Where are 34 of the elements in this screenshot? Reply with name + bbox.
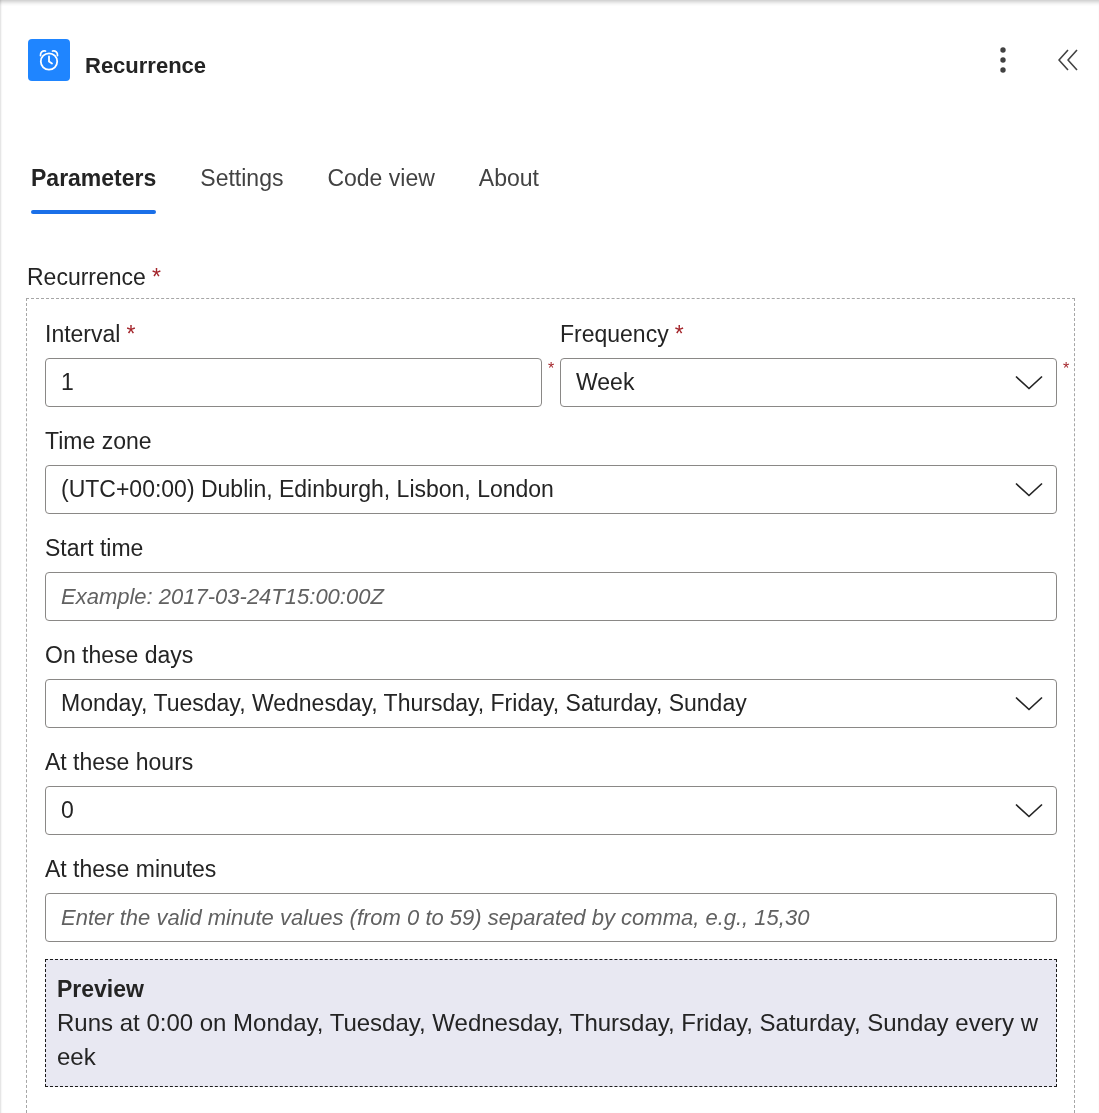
- text-input[interactable]: Example: 2017-03-24T15:00:00Z: [45, 572, 1057, 621]
- tab[interactable]: About: [478, 163, 539, 214]
- text-input[interactable]: Enter the valid minute values (from 0 to 59) separated by comma, e.g., 15,30: [45, 893, 1057, 942]
- dropdown[interactable]: (UTC+00:00) Dublin, Edinburgh, Lisbon, London: [45, 465, 1057, 514]
- preview-text: Runs at 0:00 on Monday, Tuesday, Wednesday, Thursday, Friday, Saturday, Sunday every week: [57, 1008, 1039, 1072]
- field-label: Interval: [45, 320, 121, 349]
- more-icon[interactable]: [1000, 47, 1006, 73]
- dropdown[interactable]: Monday, Tuesday, Wednesday, Thursday, Friday, Saturday, Sunday: [45, 679, 1057, 728]
- field-label: Start time: [45, 534, 144, 563]
- chevron-down-icon: [1015, 482, 1043, 497]
- section-label: Recurrence: [27, 263, 146, 292]
- chevron-down-icon: [1015, 696, 1043, 711]
- panel-title: Recurrence: [85, 52, 207, 80]
- required-asterisk: *: [1062, 359, 1070, 377]
- field-label: At these hours: [45, 748, 194, 777]
- text-input[interactable]: 1: [45, 358, 542, 407]
- required-asterisk: *: [674, 320, 684, 349]
- required-asterisk: *: [151, 263, 161, 292]
- chevron-down-icon: [1015, 803, 1043, 818]
- tab[interactable]: Parameters: [31, 163, 157, 214]
- field-label: On these days: [45, 641, 194, 670]
- required-asterisk: *: [126, 320, 136, 349]
- preview-title: Preview: [57, 975, 145, 1004]
- field-label: Time zone: [45, 427, 152, 456]
- double-chevron-left-icon[interactable]: [1058, 49, 1078, 71]
- required-asterisk: *: [547, 359, 555, 377]
- field-label: Frequency: [560, 320, 669, 349]
- alarm-clock-icon: [28, 39, 70, 81]
- tab[interactable]: Code view: [327, 163, 435, 214]
- tab[interactable]: Settings: [200, 163, 284, 214]
- dropdown[interactable]: 0: [45, 786, 1057, 835]
- chevron-down-icon: [1015, 375, 1043, 390]
- dropdown[interactable]: Week: [560, 358, 1057, 407]
- field-label: At these minutes: [45, 855, 217, 884]
